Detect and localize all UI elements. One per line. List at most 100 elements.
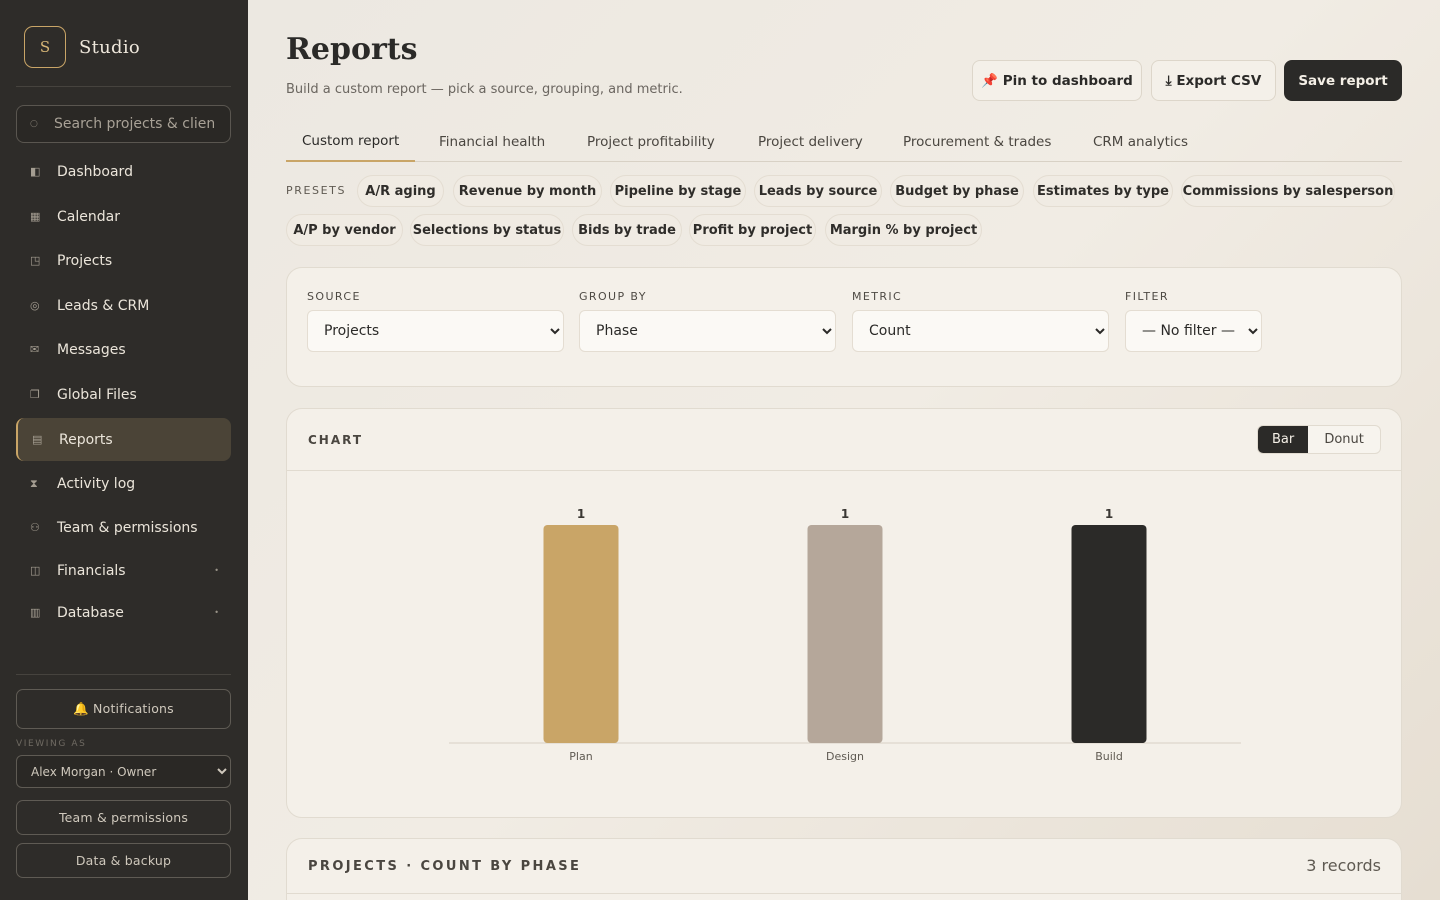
tab-financial-health[interactable]: Financial health (439, 122, 545, 162)
sidebar-item-label: Dashboard (57, 163, 133, 180)
donut-toggle-button[interactable]: Donut (1308, 426, 1380, 453)
filter-select[interactable]: — No filter — (1125, 310, 1262, 352)
sidebar-item-label: Projects (57, 252, 113, 269)
chevron-icon: • (214, 608, 219, 617)
group-by-label: GROUP BY (579, 290, 647, 303)
export-csv-button[interactable]: ⤓ Export CSV (1151, 60, 1276, 101)
report-tabs: Custom report Financial health Project p… (286, 122, 1402, 162)
records-title: PROJECTS · COUNT BY PHASE (308, 859, 582, 874)
chart-category-label: Plan (569, 750, 592, 763)
chart-bar-build[interactable] (1071, 525, 1147, 743)
preset-chip[interactable]: Estimates by type (1033, 175, 1173, 207)
page-subtitle: Build a custom report — pick a source, g… (286, 82, 683, 97)
records-card: PROJECTS · COUNT BY PHASE 3 records (286, 838, 1402, 900)
bar-toggle-button[interactable]: Bar (1258, 426, 1309, 453)
search-input[interactable] (54, 116, 214, 132)
chart-bar-design[interactable] (807, 525, 883, 743)
viewing-as-label: VIEWING AS (16, 739, 87, 749)
brand-logo: S (24, 26, 66, 68)
data-backup-button[interactable]: Data & backup (16, 843, 231, 878)
activity-icon: ⧗ (30, 476, 38, 490)
preset-chip[interactable]: Margin % by project (825, 214, 982, 246)
preset-chip[interactable]: Budget by phase (890, 175, 1024, 207)
sidebar-item-financials[interactable]: ◫ Financials • (16, 549, 231, 592)
preset-chip[interactable]: A/R aging (357, 175, 444, 207)
chart-category-label: Build (1095, 750, 1123, 763)
tab-crm-analytics[interactable]: CRM analytics (1093, 122, 1188, 162)
chart-value-label: 1 (841, 507, 849, 521)
source-select[interactable]: Projects (307, 310, 564, 352)
team-permissions-button[interactable]: Team & permissions (16, 800, 231, 835)
preset-chip[interactable]: Leads by source (754, 175, 882, 207)
metric-label: METRIC (852, 290, 903, 303)
reports-icon: ▤ (32, 433, 43, 446)
records-count: 3 records (1306, 856, 1381, 875)
sidebar-item-database[interactable]: ▥ Database • (16, 591, 231, 634)
sidebar-item-calendar[interactable]: ▦ Calendar (16, 195, 231, 238)
projects-icon: ◳ (30, 254, 41, 267)
preset-chip[interactable]: A/P by vendor (286, 214, 403, 246)
chart-title: CHART (308, 433, 364, 447)
chart-category-label: Design (826, 750, 864, 763)
sidebar-item-label: Activity log (57, 475, 136, 492)
sidebar-search[interactable]: ○ (16, 105, 231, 143)
team-icon: ⚇ (30, 521, 40, 534)
presets-label: PRESETS (286, 184, 347, 197)
chart-bar-plan[interactable] (543, 525, 619, 743)
crm-icon: ◎ (30, 299, 40, 312)
brand[interactable]: S Studio (24, 26, 140, 68)
sidebar-divider (16, 674, 231, 675)
sidebar-item-team-permissions[interactable]: ⚇ Team & permissions (16, 506, 231, 549)
sidebar: S Studio ○ ◧ Dashboard ▦ Calendar ◳ Proj… (0, 0, 248, 900)
sidebar-item-leads-crm[interactable]: ◎ Leads & CRM (16, 284, 231, 327)
files-icon: ❐ (30, 388, 40, 401)
source-label: SOURCE (307, 290, 361, 303)
preset-chip[interactable]: Profit by project (689, 214, 816, 246)
tab-procurement-trades[interactable]: Procurement & trades (903, 122, 1051, 162)
save-report-button[interactable]: Save report (1284, 60, 1402, 101)
page-title: Reports (286, 32, 418, 67)
sidebar-item-label: Calendar (57, 208, 120, 225)
preset-chip[interactable]: Bids by trade (572, 214, 682, 246)
sidebar-item-label: Messages (57, 341, 126, 358)
notifications-button[interactable]: 🔔 Notifications (16, 689, 231, 729)
viewing-as-select[interactable]: Alex Morgan · Owner (16, 755, 231, 788)
preset-chip[interactable]: Selections by status (410, 214, 564, 246)
sidebar-item-label: Financials (57, 562, 126, 579)
sidebar-item-label: Database (57, 604, 124, 621)
calendar-icon: ▦ (30, 210, 41, 223)
sidebar-item-label: Team & permissions (57, 519, 198, 536)
sidebar-item-global-files[interactable]: ❐ Global Files (16, 373, 231, 416)
group-by-select[interactable]: Phase (579, 310, 836, 352)
tab-project-profitability[interactable]: Project profitability (587, 122, 715, 162)
sidebar-item-dashboard[interactable]: ◧ Dashboard (16, 150, 231, 193)
tab-project-delivery[interactable]: Project delivery (758, 122, 863, 162)
chevron-icon: • (214, 566, 219, 575)
sidebar-item-reports[interactable]: ▤ Reports (16, 418, 231, 461)
chart-value-label: 1 (577, 507, 585, 521)
preset-chip[interactable]: Revenue by month (453, 175, 602, 207)
sidebar-item-label: Leads & CRM (57, 297, 150, 314)
records-divider (287, 893, 1401, 894)
tab-custom-report[interactable]: Custom report (286, 122, 416, 162)
sidebar-divider (16, 86, 231, 87)
brand-name: Studio (79, 36, 141, 58)
sidebar-item-messages[interactable]: ✉ Messages (16, 328, 231, 371)
pin-to-dashboard-button[interactable]: 📌 Pin to dashboard (972, 60, 1142, 101)
chart-card: CHART Bar Donut 1 Plan 1 Design 1 Build (286, 408, 1402, 818)
chart-type-toggle: Bar Donut (1257, 425, 1381, 454)
sidebar-item-projects[interactable]: ◳ Projects (16, 239, 231, 282)
sidebar-item-label: Global Files (57, 386, 137, 403)
main-content: Reports Build a custom report — pick a s… (248, 0, 1440, 900)
database-icon: ▥ (30, 606, 41, 619)
financials-icon: ◫ (30, 564, 41, 577)
sidebar-item-activity-log[interactable]: ⧗ Activity log (16, 462, 231, 505)
chart-value-label: 1 (1105, 507, 1113, 521)
preset-chip[interactable]: Commissions by salesperson (1181, 175, 1395, 207)
filter-label: FILTER (1125, 290, 1169, 303)
search-icon: ○ (30, 119, 38, 129)
sidebar-item-label: Reports (59, 431, 113, 448)
preset-chip[interactable]: Pipeline by stage (610, 175, 746, 207)
dashboard-icon: ◧ (30, 165, 41, 178)
metric-select[interactable]: Count (852, 310, 1109, 352)
